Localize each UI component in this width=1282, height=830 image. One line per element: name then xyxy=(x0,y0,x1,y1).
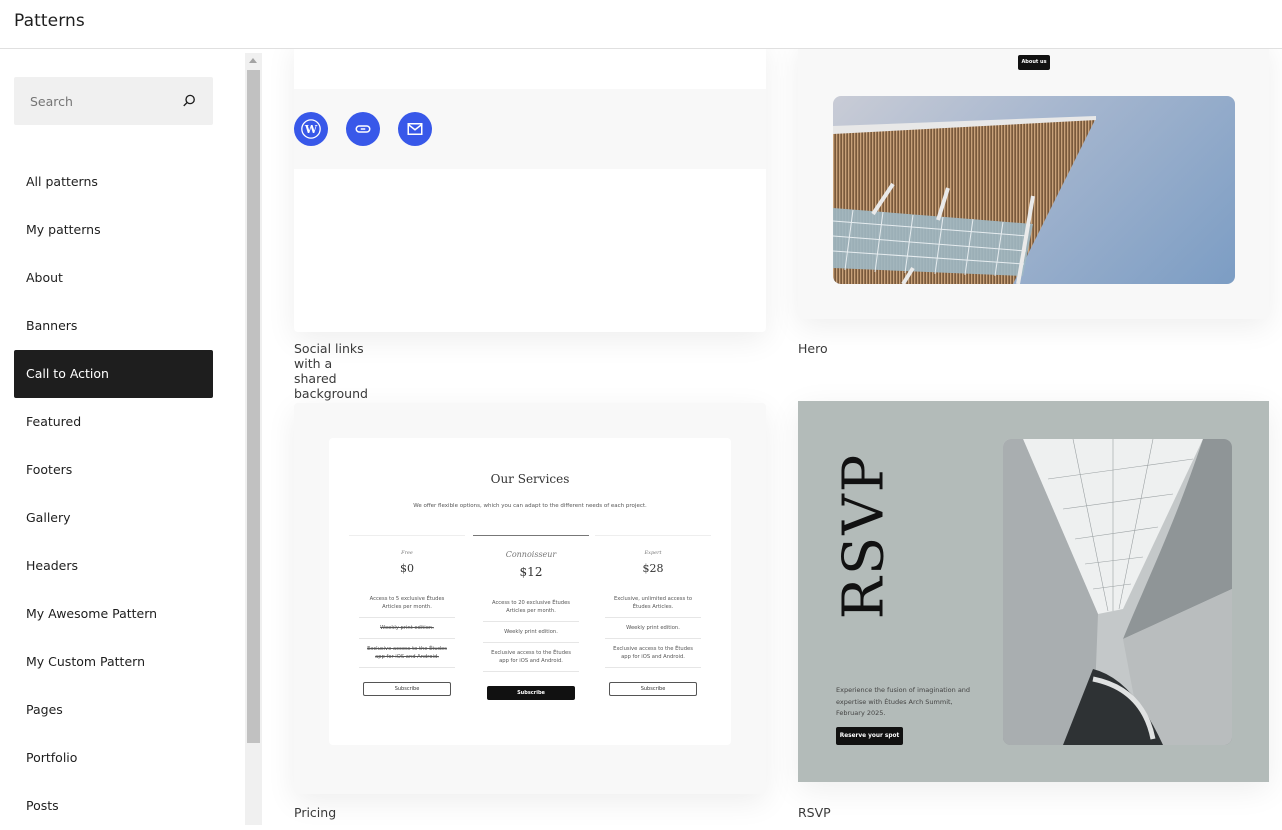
link-icon xyxy=(346,112,380,146)
tier-price: $28 xyxy=(642,562,664,575)
pattern-title[interactable]: Pricing xyxy=(294,805,336,820)
hero-image xyxy=(833,96,1235,284)
tier-feature: Weekly print edition. xyxy=(483,622,579,643)
sidebar-item-about[interactable]: About xyxy=(14,254,213,302)
sidebar-item-pages[interactable]: Pages xyxy=(14,686,213,734)
tier-name: Connoisseur xyxy=(505,550,557,559)
sidebar-item-my-custom-pattern[interactable]: My Custom Pattern xyxy=(14,638,213,686)
tier-divider xyxy=(473,535,589,536)
sidebar-item-all-patterns[interactable]: All patterns xyxy=(14,158,213,206)
pricing-table: Our Services We offer flexible options, … xyxy=(329,438,731,745)
tier-feature: Exclusive access to the Études app for i… xyxy=(483,643,579,672)
sidebar-item-portfolio[interactable]: Portfolio xyxy=(14,734,213,782)
sidebar-item-my-awesome-pattern[interactable]: My Awesome Pattern xyxy=(14,590,213,638)
tier-divider xyxy=(595,535,711,536)
sidebar-item-featured[interactable]: Featured xyxy=(14,398,213,446)
pattern-title[interactable]: RSVP xyxy=(798,805,831,820)
scrollbar-thumb[interactable] xyxy=(247,70,260,743)
pattern-preview[interactable]: Our Services We offer flexible options, … xyxy=(294,403,766,794)
pricing-tier-expert: Expert $28 Exclusive, unlimited access t… xyxy=(595,535,711,696)
tier-divider xyxy=(349,535,465,536)
rsvp-title: RSVP xyxy=(832,441,897,621)
sidebar: All patterns My patterns About Banners C… xyxy=(0,49,245,825)
tier-price: $12 xyxy=(519,565,543,579)
pattern-preview[interactable]: W xyxy=(294,49,766,332)
wordpress-icon: W xyxy=(294,112,328,146)
pattern-grid: W Social links with a shared background … xyxy=(262,49,1282,825)
svg-text:W: W xyxy=(304,123,318,136)
pricing-title: Our Services xyxy=(490,472,570,486)
subscribe-button: Subscribe xyxy=(363,682,451,696)
sidebar-item-footers[interactable]: Footers xyxy=(14,446,213,494)
rsvp-image xyxy=(1003,439,1232,745)
subscribe-button: Subscribe xyxy=(609,682,697,696)
rsvp-description: Experience the fusion of imagination and… xyxy=(836,686,971,717)
search-icon[interactable] xyxy=(180,92,198,110)
search-box[interactable] xyxy=(14,77,213,125)
tier-feature: Exclusive access to the Études app for i… xyxy=(359,639,455,668)
tier-feature: Access to 20 exclusive Études Articles p… xyxy=(483,593,579,622)
tier-name: Free xyxy=(401,550,413,556)
sidebar-item-posts[interactable]: Posts xyxy=(14,782,213,830)
sidebar-item-gallery[interactable]: Gallery xyxy=(14,494,213,542)
search-input[interactable] xyxy=(14,77,174,125)
sidebar-scrollbar[interactable] xyxy=(245,53,262,825)
tier-feature: Weekly print edition. xyxy=(605,618,701,639)
mail-icon xyxy=(398,112,432,146)
pattern-title[interactable]: Hero xyxy=(798,341,828,356)
sidebar-item-headers[interactable]: Headers xyxy=(14,542,213,590)
tier-name: Expert xyxy=(644,550,662,556)
pattern-preview[interactable]: About us xyxy=(798,49,1269,319)
pricing-tier-connoisseur: Connoisseur $12 Access to 20 exclusive É… xyxy=(473,535,589,700)
page-title: Patterns xyxy=(14,11,85,31)
tier-price: $0 xyxy=(400,562,414,575)
pricing-subtitle: We offer flexible options, which you can… xyxy=(413,503,647,509)
pattern-preview[interactable]: RSVP Experience the fusion of imaginatio… xyxy=(798,401,1269,782)
subscribe-button: Subscribe xyxy=(487,686,575,700)
tier-feature: Exclusive, unlimited access to Études Ar… xyxy=(605,589,701,618)
pricing-tier-free: Free $0 Access to 5 exclusive Études Art… xyxy=(349,535,465,696)
header: Patterns xyxy=(0,0,1282,49)
tier-feature: Exclusive access to the Études app for i… xyxy=(605,639,701,668)
reserve-spot-button: Reserve your spot xyxy=(836,727,903,745)
about-us-button: About us xyxy=(1018,55,1050,70)
scroll-up-arrow-icon[interactable] xyxy=(249,58,257,63)
tier-feature: Weekly print edition. xyxy=(359,618,455,639)
category-nav: All patterns My patterns About Banners C… xyxy=(14,158,213,830)
sidebar-item-call-to-action[interactable]: Call to Action xyxy=(14,350,213,398)
tier-feature: Access to 5 exclusive Études Articles pe… xyxy=(359,589,455,618)
rsvp-title-text: RSVP xyxy=(831,452,897,620)
sidebar-item-my-patterns[interactable]: My patterns xyxy=(14,206,213,254)
sidebar-item-banners[interactable]: Banners xyxy=(14,302,213,350)
